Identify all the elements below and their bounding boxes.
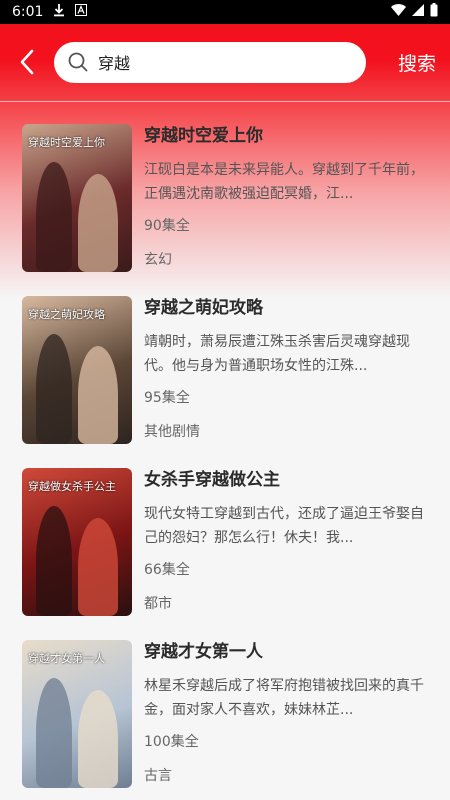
wifi-icon [391,4,406,20]
episode-count: 95集全 [144,390,190,406]
episode-count: 100集全 [144,734,199,750]
cover-caption: 穿越才女第一人 [28,652,105,665]
genre-tag: 都市 [144,596,172,612]
episode-count: 90集全 [144,218,190,234]
drama-description: 林星禾穿越后成了将军府抱错被找回来的真千金，面对家人不喜欢，妹妹林芷... [144,678,424,718]
search-input[interactable] [98,52,338,72]
chevron-left-icon [20,49,34,75]
episode-count: 66集全 [144,562,190,578]
drama-title[interactable]: 穿越才女第一人 [144,641,428,663]
cover-figure [78,174,118,272]
genre-tag: 古言 [144,768,172,784]
drama-info: 女杀手穿越做公主 现代女特工穿越到古代，还成了逼迫王爷娶自己的怨妇？那怎么行！休… [144,468,428,616]
download-icon [53,3,65,21]
drama-title[interactable]: 穿越时空爱上你 [144,125,428,147]
drama-title[interactable]: 穿越之萌妃攻略 [144,297,428,319]
font-app-icon [75,4,88,20]
drama-info: 穿越才女第一人 林星禾穿越后成了将军府抱错被找回来的真千金，面对家人不喜欢，妹妹… [144,640,428,788]
search-button[interactable]: 搜索 [398,49,436,76]
drama-cover-image[interactable]: 穿越时空爱上你 [22,124,132,272]
drama-title[interactable]: 女杀手穿越做公主 [144,469,428,491]
cover-caption: 穿越之萌妃攻略 [28,308,105,321]
cover-figure [36,506,72,616]
back-button[interactable] [12,42,42,82]
signal-icon [412,4,424,20]
drama-description: 江砚白是本是未来异能人。穿越到了千年前，正偶遇沈南歌被强迫配冥婚，江... [144,162,424,202]
genre-tag: 其他剧情 [144,424,200,440]
cover-figure [36,162,72,272]
cover-caption: 穿越做女杀手公主 [28,480,116,493]
header-divider [0,101,450,102]
genre-tag: 玄幻 [144,252,172,268]
cover-figure [78,346,118,444]
cover-figure [78,690,118,788]
drama-cover-image[interactable]: 穿越做女杀手公主 [22,468,132,616]
list-item[interactable]: 穿越做女杀手公主 女杀手穿越做公主 现代女特工穿越到古代，还成了逼迫王爷娶自己的… [22,468,428,616]
cover-figure [36,334,72,444]
drama-info: 穿越时空爱上你 江砚白是本是未来异能人。穿越到了千年前，正偶遇沈南歌被强迫配冥婚… [144,124,428,272]
drama-info: 穿越之萌妃攻略 靖朝时，萧易辰遭江殊玉杀害后灵魂穿越现代。他与身为普通职场女性的… [144,296,428,444]
cover-caption: 穿越时空爱上你 [28,136,105,149]
cover-figure [36,678,72,788]
search-results-list: 穿越时空爱上你 穿越时空爱上你 江砚白是本是未来异能人。穿越到了千年前，正偶遇沈… [0,124,450,788]
drama-cover-image[interactable]: 穿越才女第一人 [22,640,132,788]
drama-cover-image[interactable]: 穿越之萌妃攻略 [22,296,132,444]
list-item[interactable]: 穿越时空爱上你 穿越时空爱上你 江砚白是本是未来异能人。穿越到了千年前，正偶遇沈… [22,124,428,272]
list-item[interactable]: 穿越才女第一人 穿越才女第一人 林星禾穿越后成了将军府抱错被找回来的真千金，面对… [22,640,428,788]
status-time: 6:01 [12,4,44,20]
search-icon [68,52,88,72]
drama-description: 现代女特工穿越到古代，还成了逼迫王爷娶自己的怨妇？那怎么行！休夫！我... [144,506,424,546]
list-item[interactable]: 穿越之萌妃攻略 穿越之萌妃攻略 靖朝时，萧易辰遭江殊玉杀害后灵魂穿越现代。他与身… [22,296,428,444]
search-bar[interactable] [54,41,366,83]
search-header: 搜索 [0,24,450,124]
cover-figure [78,518,118,616]
drama-description: 靖朝时，萧易辰遭江殊玉杀害后灵魂穿越现代。他与身为普通职场女性的江殊... [144,334,410,374]
status-bar: 6:01 [0,0,450,24]
battery-icon [430,3,438,21]
